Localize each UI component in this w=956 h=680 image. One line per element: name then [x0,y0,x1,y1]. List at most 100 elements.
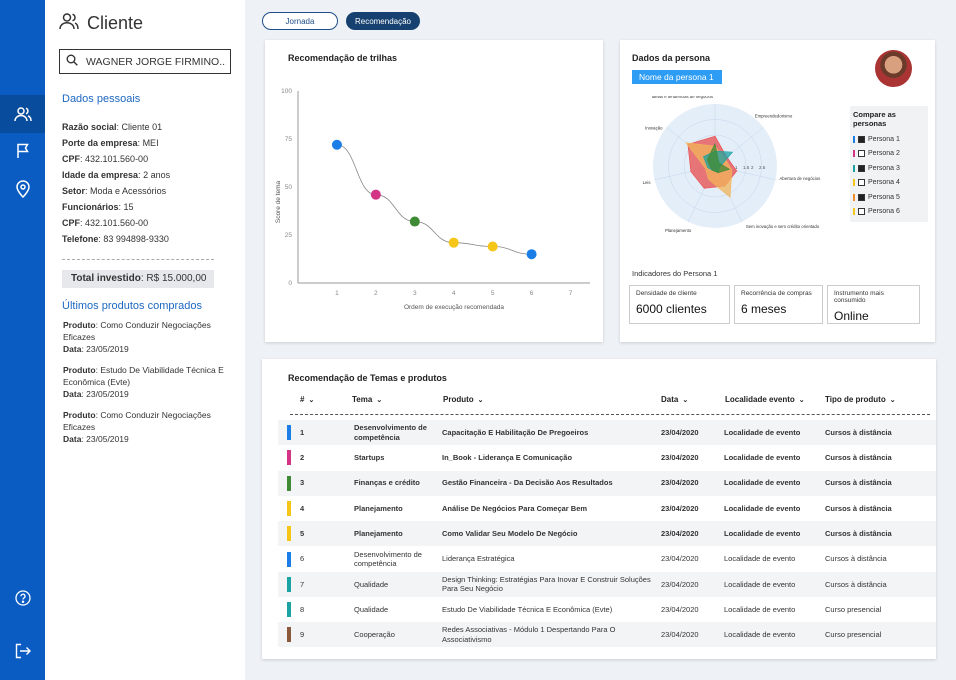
cell-tema: Qualidade [354,579,389,589]
column-header[interactable]: # ⌄ [300,395,314,404]
help-icon[interactable] [0,579,45,617]
cell-produto: Liderança Estratégica [442,554,515,564]
table-row[interactable]: 8 Qualidade Estudo De Viabilidade Técnica … [278,597,936,622]
indicator-value: 6 meses [741,302,787,316]
users-icon[interactable] [0,95,45,133]
persona-title: Dados da persona [632,53,711,63]
cell-local: Localidade de evento [724,630,796,640]
section-title-recent-products: Últimos produtos comprados [62,300,203,312]
persona-checkbox[interactable] [858,193,865,201]
x-tick-label: 4 [452,290,456,297]
data-point[interactable] [331,139,342,150]
persona-color-bar [853,150,855,158]
table-row[interactable]: 3 Finanças e crédito Gestão Financeira - D… [278,470,936,496]
recent-product-item[interactable]: Produto: Como Conduzir Negociações Efica… [63,319,235,355]
series-line [336,144,532,255]
trail-recommendation-card: Recomendação de trilhas 0 25 50 75 100 1 2 3 4 5 6… [265,40,603,342]
radar-axis-label: Empreendedorismo [755,113,793,118]
persona-checkbox[interactable] [858,164,865,172]
info-row: Razão social: Cliente 01 [62,122,163,132]
table-row[interactable]: 6 Desenvolvimento de competência Liderança… [278,547,936,572]
x-tick-label: 3 [413,290,417,297]
cell-tema: Planejamento [354,528,403,538]
table-row[interactable]: 4 Planejamento Análise De Negócios Para Co… [278,496,936,521]
logout-icon[interactable] [0,632,45,670]
column-header[interactable]: Localidade evento ⌄ [725,395,805,404]
cell-data: 23/04/2020 [661,427,699,437]
cell-tipo: Cursos à distância [825,528,892,538]
column-header-label: Data [661,395,679,404]
client-search[interactable] [59,49,231,74]
row-color-marker [287,526,291,542]
column-header[interactable]: Tipo de produto ⌄ [825,395,896,404]
row-color-marker [287,500,291,516]
indicator-label: Recorrência de compras [741,290,812,297]
persona-checkbox-item[interactable]: Persona 3 [853,161,925,176]
product-date: 23/05/2019 [86,434,129,444]
info-value: 2 anos [143,170,171,180]
table-row[interactable]: 5 Planejamento Como Validar Seu Modelo De … [278,521,936,547]
persona-color-bar [853,208,855,216]
recent-product-item[interactable]: Produto: Como Conduzir Negociações Efica… [63,409,235,445]
cell-produto: Análise De Negócios Para Começar Bem [442,503,588,513]
recent-product-item[interactable]: Produto: Estudo De Viabilidade Técnica E… [63,364,235,400]
cell-data: 23/04/2020 [661,453,699,463]
product-date: 23/05/2019 [86,344,129,354]
client-info-list: Razão social: Cliente 01 Porte da empresa… [62,119,237,247]
persona-checkbox[interactable] [858,150,865,158]
recent-products-list: Produto: Como Conduzir Negociações Efica… [63,319,235,454]
location-pin-icon[interactable] [0,170,45,208]
persona-checkbox[interactable] [858,208,865,216]
cell-data: 23/04/2020 [661,503,699,513]
data-point[interactable] [526,249,537,260]
radar-axis-label: Planejamento [665,228,692,233]
persona-checkbox-item[interactable]: Persona 6 [853,205,925,220]
persona-checkbox-item[interactable]: Persona 5 [853,190,925,205]
cell-produto: Gestão Financeira - Da Decisão Aos Resul… [442,478,613,488]
persona-checklist: Persona 1 Persona 2 Persona 3 Persona 4 Pers… [853,132,925,219]
cell-n: 7 [300,579,305,589]
search-input[interactable] [86,55,226,68]
cell-tema: Finanças e crédito [354,478,420,488]
table-row[interactable]: 1 Desenvolvimento de competência Capacitaç… [278,420,936,445]
tab-jornada[interactable]: Jornada [262,12,338,30]
cell-data: 23/04/2020 [661,554,699,564]
cell-tema: Desenvolvimento de competência [354,549,422,569]
compare-personas: Compare as personas Persona 1 Persona 2 Pe… [850,106,928,222]
flag-icon[interactable] [0,132,45,170]
product-date: 23/05/2019 [86,389,129,399]
table-row[interactable]: 9 Cooperação Redes Associativas - Módulo 1… [278,622,936,648]
x-tick-label: 1 [335,290,339,297]
indicator-value: Online [834,309,869,323]
indicator-card: Densidade de cliente 6000 clientes [629,285,730,324]
cell-data: 23/04/2020 [661,604,699,614]
cell-tipo: Cursos à distância [825,554,887,564]
table-header: # ⌄ Tema ⌄ Produto ⌄ Data ⌄ Localidade evento ⌄ Ti… [290,395,930,415]
persona-color-bar [853,164,855,172]
column-header[interactable]: Data ⌄ [661,395,688,404]
persona-label: Persona 3 [868,164,900,172]
info-value: Cliente 01 [121,122,163,132]
data-point[interactable] [448,237,459,248]
table-row[interactable]: 2 Startups In_Book - Liderança E Comunicaç… [278,445,936,470]
info-label: Telefone [62,234,99,244]
persona-checkbox-item[interactable]: Persona 1 [853,132,925,147]
tab-recomendacao[interactable]: Recomendação [346,12,420,30]
data-point[interactable] [409,216,420,227]
data-point[interactable] [487,241,498,252]
info-row: Setor: Moda e Acessórios [62,186,167,196]
column-header[interactable]: Tema ⌄ [352,395,382,404]
persona-checkbox-item[interactable]: Persona 2 [853,147,925,162]
persona-checkbox-item[interactable]: Persona 4 [853,176,925,191]
avatar [875,50,912,87]
cell-tipo: Curso presencial [825,630,882,640]
row-color-marker [287,627,291,643]
column-header[interactable]: Produto ⌄ [443,395,484,404]
cell-local: Localidade de evento [724,579,796,589]
data-point[interactable] [370,189,381,200]
persona-checkbox[interactable] [858,179,865,187]
persona-label: Persona 5 [868,193,900,201]
cell-tipo: Cursos à distância [825,503,892,513]
table-row[interactable]: 7 Qualidade Design Thinking: Estratégias P… [278,571,936,597]
persona-checkbox[interactable] [858,135,865,143]
